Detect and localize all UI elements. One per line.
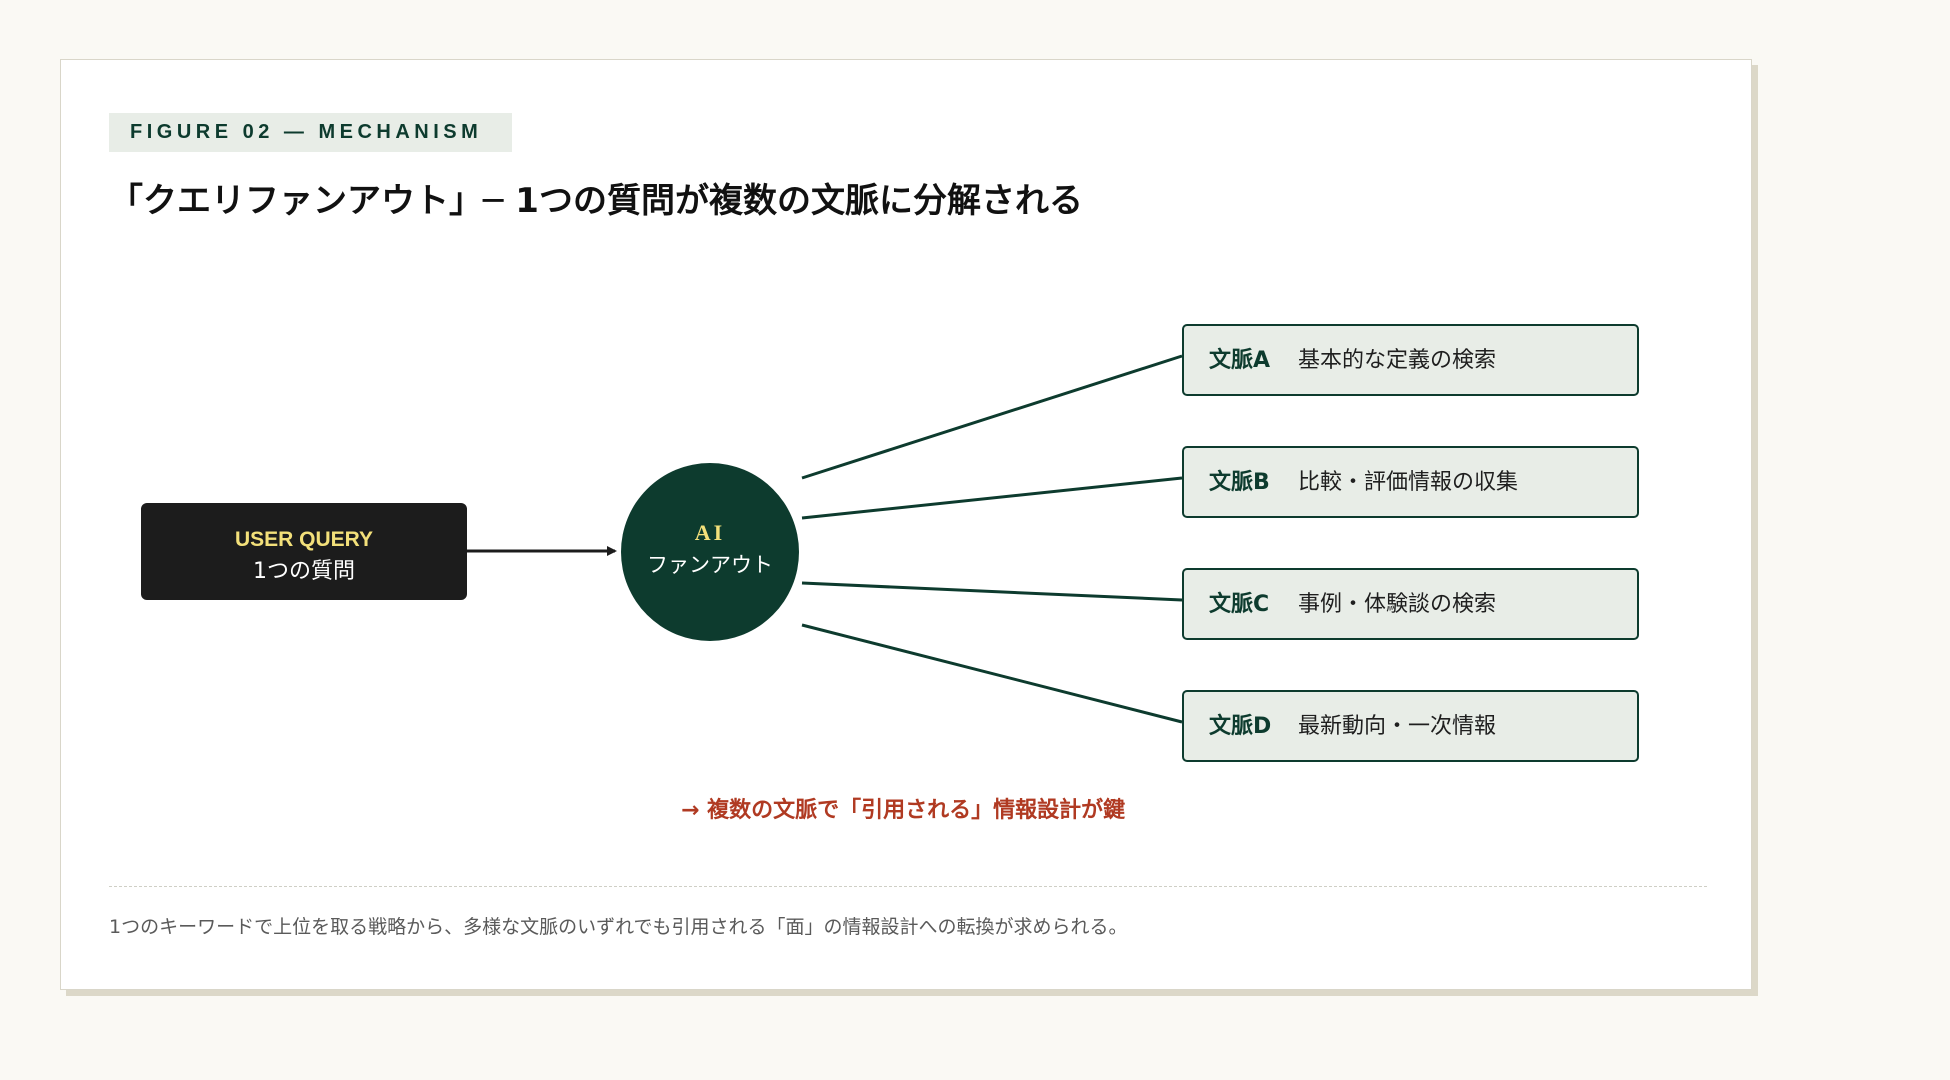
- context-node-d: 文脈D 最新動向・一次情報: [1182, 690, 1639, 762]
- key-callout: → 複数の文脈で「引用される」情報設計が鍵: [681, 798, 1126, 823]
- caption-divider: [109, 886, 1707, 887]
- connector-context-a: [801, 354, 1183, 480]
- connector-context-b: [801, 476, 1183, 520]
- figure-caption: 1つのキーワードで上位を取る戦略から、多様な文脈のいずれでも引用される「面」の情…: [109, 916, 1128, 938]
- context-name: 文脈B: [1209, 470, 1270, 495]
- context-node-c: 文脈C 事例・体験談の検索: [1182, 568, 1639, 640]
- ai-fanout-node: AI ファンアウト: [621, 463, 799, 641]
- ai-fanout-label: AI: [694, 520, 726, 545]
- context-name: 文脈D: [1209, 714, 1272, 739]
- context-name: 文脈A: [1209, 348, 1271, 373]
- context-description: 事例・体験談の検索: [1298, 592, 1497, 617]
- figure-title: 「クエリファンアウト」─ 1つの質問が複数の文脈に分解される: [109, 181, 1083, 221]
- user-query-label: USER QUERY: [234, 528, 374, 551]
- ai-fanout-text: ファンアウト: [647, 553, 773, 577]
- figure-tag: FIGURE 02 — MECHANISM: [109, 113, 512, 152]
- figure-card: FIGURE 02 — MECHANISM 「クエリファンアウト」─ 1つの質問…: [60, 59, 1752, 990]
- context-description: 比較・評価情報の収集: [1298, 470, 1519, 495]
- context-name: 文脈C: [1209, 592, 1270, 617]
- context-description: 最新動向・一次情報: [1298, 714, 1497, 739]
- context-description: 基本的な定義の検索: [1298, 348, 1497, 373]
- context-node-b: 文脈B 比較・評価情報の収集: [1182, 446, 1639, 518]
- user-query-node: USER QUERY 1つの質問: [141, 503, 467, 600]
- user-query-text: 1つの質問: [253, 559, 355, 584]
- connector-context-c: [801, 581, 1183, 602]
- connector-context-d: [801, 623, 1183, 724]
- context-node-a: 文脈A 基本的な定義の検索: [1182, 324, 1639, 396]
